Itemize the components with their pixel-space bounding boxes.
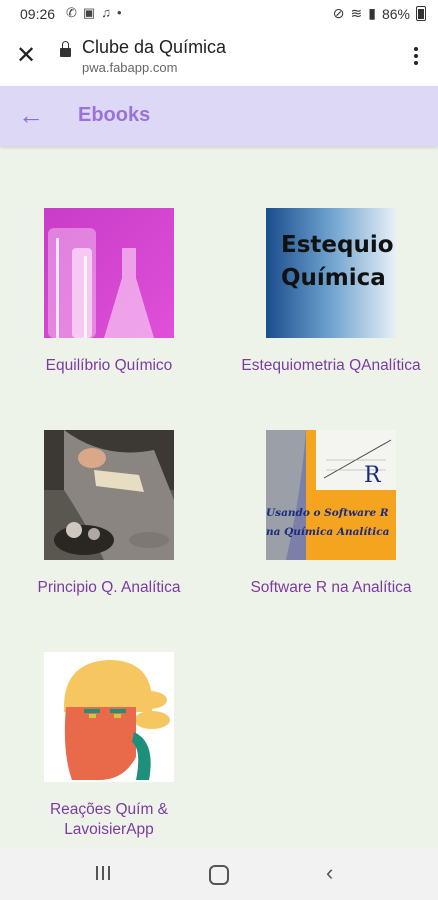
image-icon: ▣ [82, 5, 96, 20]
ebook-card[interactable]: Principio Q. Analítica [9, 430, 209, 598]
microphone-icon: ♫ [101, 5, 111, 20]
lock-icon [60, 41, 71, 57]
ebook-cover-image: R Usando o Software R na Química Analíti… [266, 430, 396, 560]
ebook-title: Estequiometria QAnalítica [241, 357, 421, 374]
system-status: ⊘ ≋ ▮ 86% [333, 5, 426, 22]
ebook-cover-image [44, 430, 174, 560]
ebook-title-line2: LavoisierApp [64, 821, 154, 838]
home-icon[interactable] [209, 865, 229, 885]
overflow-menu-icon[interactable] [408, 42, 424, 70]
dot-icon: • [116, 5, 122, 20]
ebook-cover-image [44, 652, 174, 782]
ebook-card[interactable]: Estequio Química Estequiometria QAnalíti… [231, 208, 431, 376]
ebook-title: Principio Q. Analítica [37, 579, 181, 596]
site-url: pwa.fabapp.com [82, 60, 178, 75]
battery-icon [416, 6, 426, 21]
cover-text-line1: Estequio [281, 232, 394, 258]
back-arrow-icon[interactable]: ← [18, 100, 44, 130]
cover-text-line1: Usando o Software R [266, 507, 389, 519]
ebook-title: Software R na Analítica [250, 579, 412, 596]
wifi-icon: ≋ [350, 5, 363, 21]
page-title: Ebooks [78, 104, 151, 126]
site-title: Clube da Química [82, 37, 227, 57]
ebook-cover-image: Estequio Química [266, 208, 396, 338]
cover-text-line2: Química [281, 265, 386, 291]
signal-icon: ▮ [368, 5, 376, 21]
status-bar: 09:26 ✆ ▣ ♫ • ⊘ ≋ ▮ 86% [0, 0, 438, 28]
ebook-card[interactable]: Equilíbrio Químico [9, 208, 209, 376]
ebook-cover-image [44, 208, 174, 338]
cover-text-line2: na Química Analítica [266, 526, 390, 538]
close-icon[interactable]: ✕ [16, 41, 36, 71]
system-nav-bar: ‹ [0, 848, 438, 900]
back-chevron-icon[interactable]: ‹ [326, 860, 333, 886]
ebook-card[interactable]: Reações Quím & LavoisierApp [9, 652, 209, 840]
mute-icon: ⊘ [332, 5, 345, 21]
cover-letter: R [364, 463, 382, 488]
notification-icons: ✆ ▣ ♫ • [66, 5, 122, 21]
whatsapp-icon: ✆ [66, 5, 77, 20]
browser-toolbar: ✕ Clube da Química pwa.fabapp.com [0, 28, 438, 86]
ebook-title: Equilíbrio Químico [45, 357, 173, 374]
ebook-card[interactable]: R Usando o Software R na Química Analíti… [231, 430, 431, 598]
recent-apps-icon[interactable] [96, 866, 110, 880]
status-time: 09:26 [20, 6, 56, 22]
app-bar: ← Ebooks [0, 86, 438, 146]
battery-percent: 86% [381, 5, 410, 22]
ebook-title: Reações Quím & LavoisierApp [9, 800, 209, 840]
ebook-title-line1: Reações Quím & [49, 801, 169, 818]
